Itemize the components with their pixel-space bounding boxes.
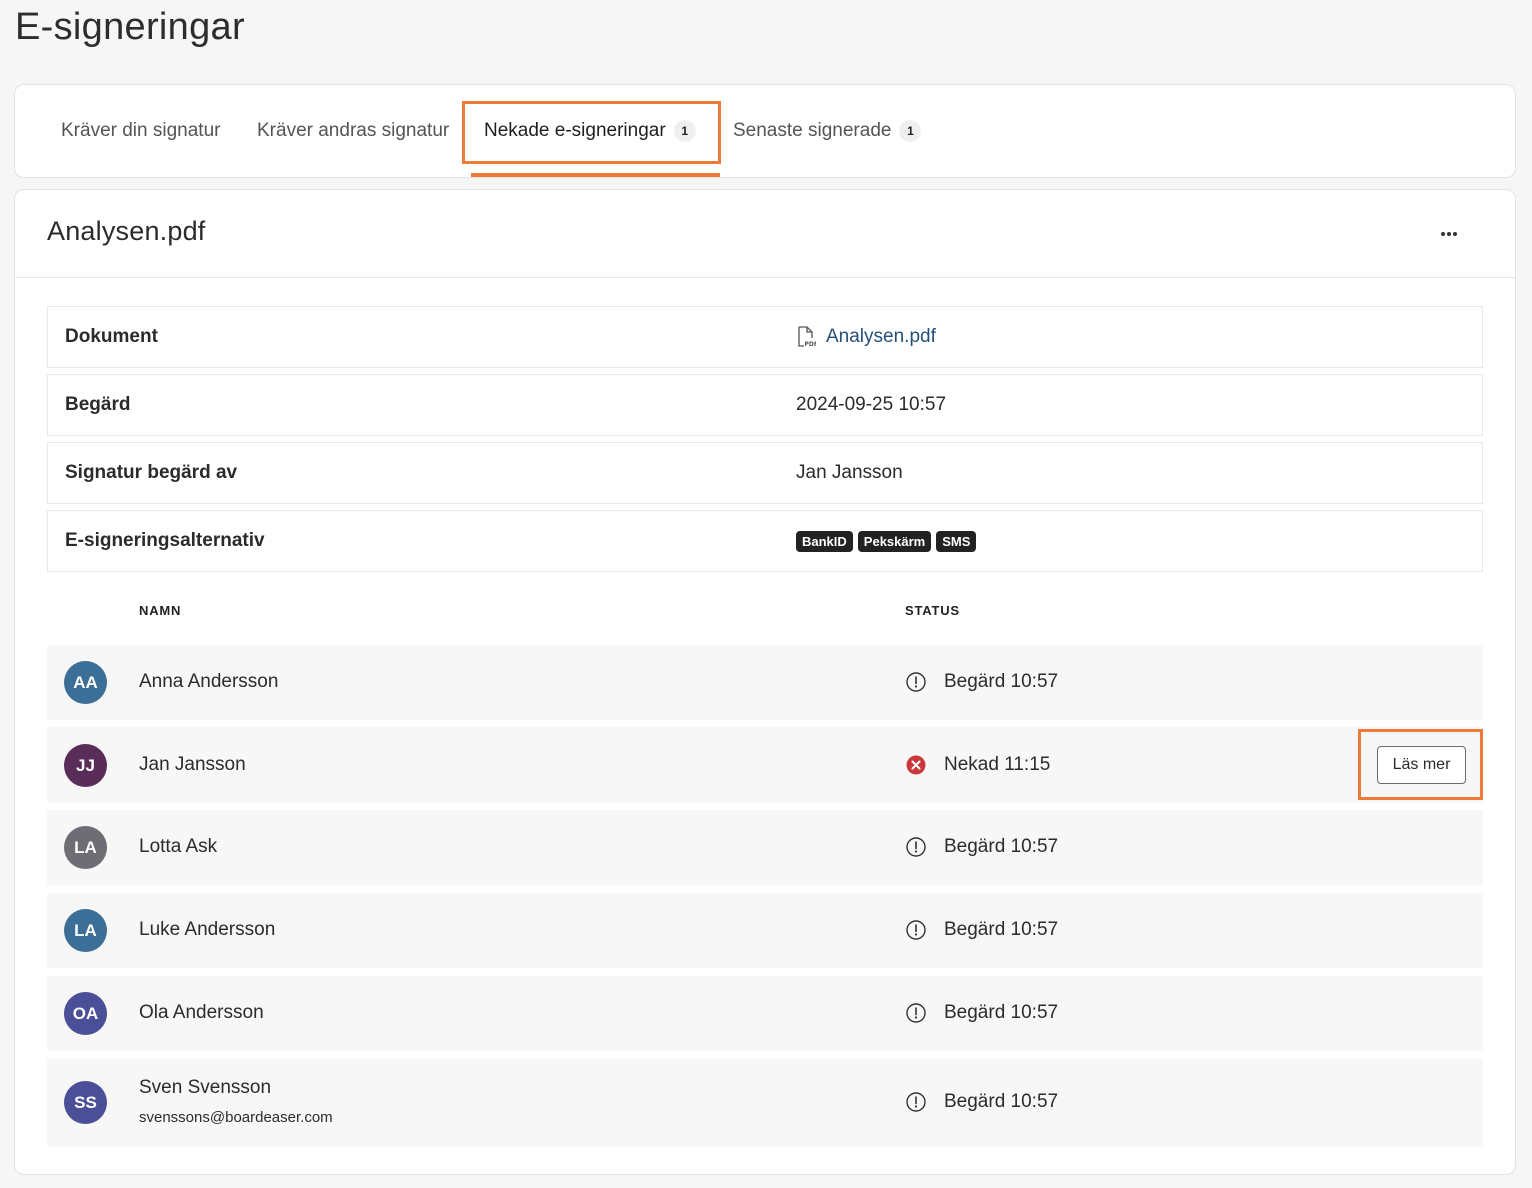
signer-name: Sven Svensson: [139, 1077, 272, 1098]
info-value: 2024-09-25 10:57: [796, 394, 947, 415]
status-text: Begärd 10:57: [944, 919, 1059, 940]
pending-clock-icon: [905, 1091, 927, 1113]
tab-nekade-e-signeringar[interactable]: Nekade e-signeringar 1: [484, 85, 696, 177]
column-header-status: STATUS: [905, 603, 960, 618]
tab-count-badge: 1: [899, 120, 922, 142]
more-options-button[interactable]: [1435, 220, 1463, 248]
ellipsis-icon: [1441, 232, 1457, 236]
signer-row: AA Anna Andersson Begärd 10:57: [47, 645, 1483, 720]
info-value: Jan Jansson: [796, 462, 903, 483]
document-title: Analysen.pdf: [47, 216, 206, 246]
signer-name: Luke Andersson: [139, 919, 276, 940]
document-header: Analysen.pdf: [15, 190, 1515, 278]
signer-email: svenssons@boardeaser.com: [139, 1109, 333, 1126]
status-text: Begärd 10:57: [944, 671, 1059, 692]
info-value: PDF Analysen.pdf: [796, 326, 936, 348]
info-row-signing-options: E-signeringsalternativ BankID Pekskärm S…: [47, 510, 1483, 572]
column-header-name: NAMN: [139, 603, 182, 618]
pending-clock-icon: [905, 671, 927, 693]
tab-senaste-signerade[interactable]: Senaste signerade 1: [733, 85, 922, 177]
signer-name: Jan Jansson: [139, 754, 246, 775]
info-row-requested-by: Signatur begärd av Jan Jansson: [47, 442, 1483, 504]
signing-options: BankID Pekskärm SMS: [796, 530, 981, 552]
avatar: SS: [64, 1081, 107, 1124]
avatar: JJ: [64, 744, 107, 787]
document-link[interactable]: Analysen.pdf: [826, 326, 936, 348]
page-title: E-signeringar: [15, 6, 245, 48]
status-text: Begärd 10:57: [944, 1091, 1059, 1112]
pending-clock-icon: [905, 836, 927, 858]
option-badge-pekskarm: Pekskärm: [857, 530, 932, 552]
tab-label: Kräver din signatur: [61, 120, 221, 141]
signer-name: Anna Andersson: [139, 671, 279, 692]
status-text: Nekad 11:15: [944, 754, 1051, 775]
declined-x-icon: [905, 754, 927, 776]
pdf-file-icon: PDF: [796, 326, 816, 348]
tab-label: Senaste signerade: [733, 120, 892, 141]
tab-kraver-andras-signatur[interactable]: Kräver andras signatur: [257, 85, 449, 177]
info-label: Dokument: [65, 326, 158, 347]
signer-row: LA Lotta Ask Begärd 10:57: [47, 810, 1483, 885]
tabs-bar: Kräver din signatur Kräver andras signat…: [14, 84, 1516, 178]
signer-name: Lotta Ask: [139, 836, 218, 857]
option-badge-bankid: BankID: [796, 530, 853, 552]
avatar: LA: [64, 909, 107, 952]
signer-row: JJ Jan Jansson Nekad 11:15 Läs mer: [47, 727, 1483, 803]
option-badge-sms: SMS: [936, 530, 977, 552]
info-label: Signatur begärd av: [65, 462, 238, 483]
info-label: Begärd: [65, 394, 131, 415]
active-tab-underline: [471, 173, 720, 177]
tab-kraver-din-signatur[interactable]: Kräver din signatur: [61, 85, 220, 177]
read-more-button[interactable]: Läs mer: [1377, 746, 1466, 784]
signer-row: SS Sven Svensson svenssons@boardeaser.co…: [47, 1059, 1483, 1147]
pending-clock-icon: [905, 1002, 927, 1024]
signer-name: Ola Andersson: [139, 1002, 264, 1023]
document-card: Analysen.pdf Dokument PDF Analysen.pdf B…: [14, 189, 1516, 1175]
tab-label: Kräver andras signatur: [257, 120, 450, 141]
status-text: Begärd 10:57: [944, 1002, 1059, 1023]
info-row-requested: Begärd 2024-09-25 10:57: [47, 374, 1483, 436]
tab-count-badge: 1: [673, 120, 696, 142]
status-text: Begärd 10:57: [944, 836, 1059, 857]
signer-row: OA Ola Andersson Begärd 10:57: [47, 976, 1483, 1051]
info-label: E-signeringsalternativ: [65, 530, 265, 551]
info-row-document: Dokument PDF Analysen.pdf: [47, 306, 1483, 368]
svg-text:PDF: PDF: [805, 341, 817, 348]
tab-label: Nekade e-signeringar: [484, 120, 666, 141]
avatar: OA: [64, 992, 107, 1035]
signer-row: LA Luke Andersson Begärd 10:57: [47, 893, 1483, 968]
avatar: LA: [64, 826, 107, 869]
avatar: AA: [64, 661, 107, 704]
pending-clock-icon: [905, 919, 927, 941]
